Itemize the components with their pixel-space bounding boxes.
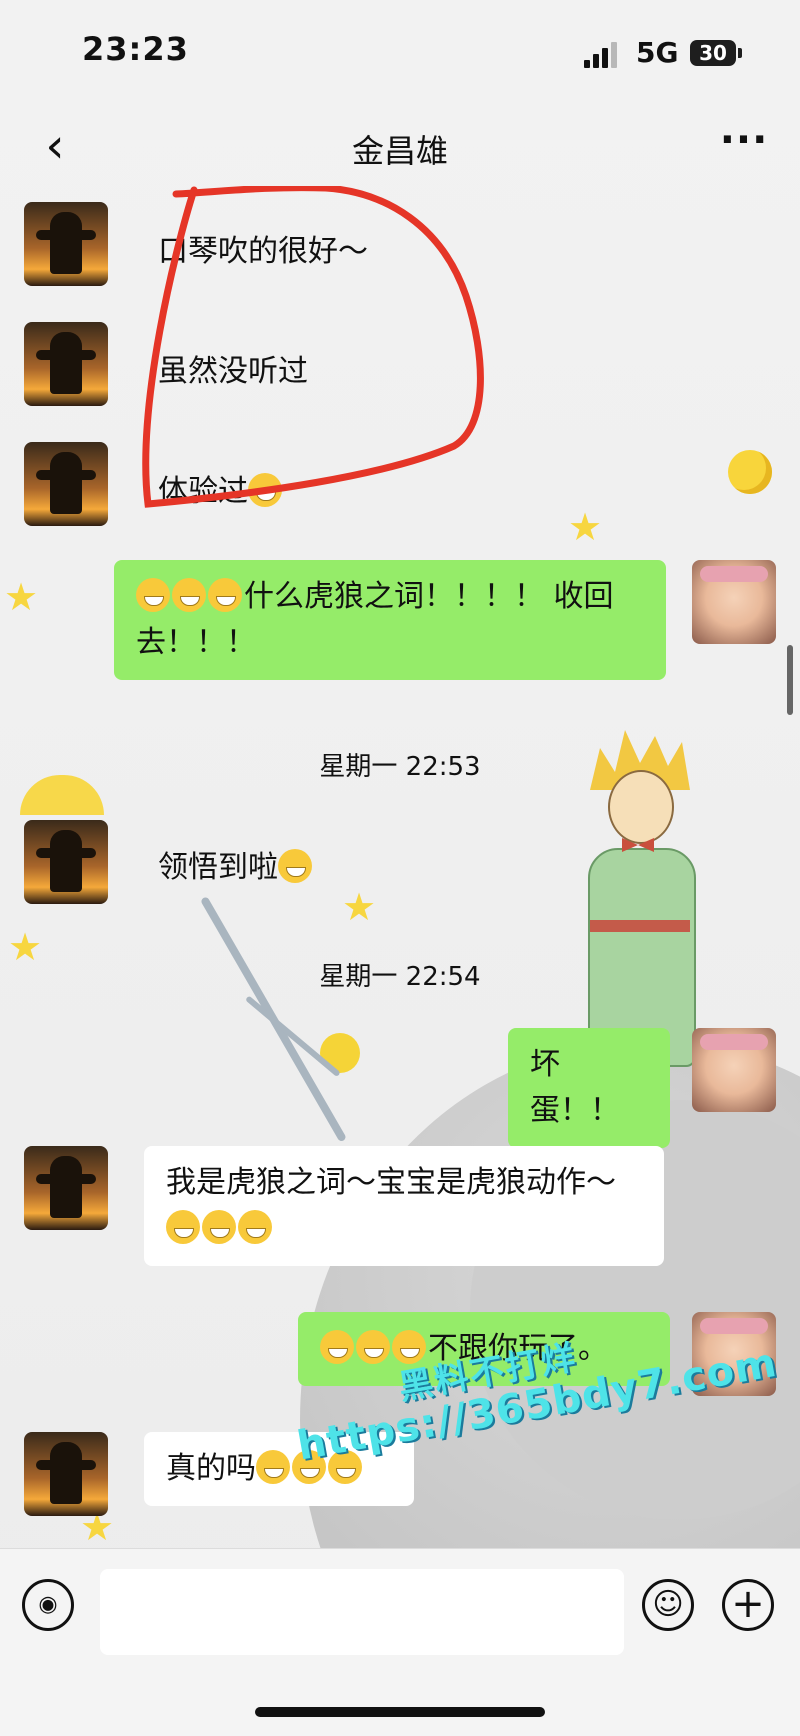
smirk-emoji-icon (356, 1330, 390, 1364)
grin-emoji-icon (166, 1210, 200, 1244)
chat-header: ‹ 金昌雄 ··· (0, 110, 800, 186)
planet-illustration (728, 450, 772, 494)
home-indicator[interactable] (255, 1707, 545, 1717)
status-bar: 23:23 5G 30 (0, 0, 800, 110)
message-text: 坏蛋！！ (530, 1047, 620, 1128)
crying-emoji-icon (256, 1450, 290, 1484)
more-dots-icon[interactable]: ··· (714, 116, 774, 176)
status-time: 23:23 (82, 30, 189, 68)
avatar[interactable] (24, 1432, 108, 1516)
message-timestamp: 星期一 22:54 (319, 962, 481, 992)
message-text: 我是虎狼之词～宝宝是虎狼动作～ (166, 1165, 616, 1200)
message-input[interactable] (100, 1569, 624, 1655)
avatar[interactable] (692, 1028, 776, 1112)
message-bubble[interactable]: 我是虎狼之词～宝宝是虎狼动作～ (144, 1146, 664, 1266)
message-bubble[interactable]: 坏蛋！！ (508, 1028, 670, 1148)
message-bubble[interactable]: 什么虎狼之词！！！！ 收回去！！！ (114, 560, 666, 680)
avatar[interactable] (24, 1146, 108, 1230)
battery-icon: 30 (690, 40, 736, 66)
star-icon: ★ (568, 505, 603, 549)
signal-icon (584, 42, 624, 68)
tears-of-joy-icon (136, 578, 170, 612)
network-type: 5G (636, 36, 679, 69)
tears-of-joy-icon (172, 578, 206, 612)
avatar[interactable] (24, 442, 108, 526)
plus-icon[interactable]: + (722, 1579, 774, 1631)
message-text: 领悟到啦 (158, 850, 278, 885)
red-circle-annotation (142, 186, 484, 508)
voice-icon[interactable]: ◉ (22, 1579, 74, 1631)
emoji-icon[interactable]: ☺ (642, 1579, 694, 1631)
avatar[interactable] (24, 820, 108, 904)
input-bar: ◉ ☺ + (0, 1548, 800, 1736)
tears-of-joy-icon (208, 578, 242, 612)
scrollbar[interactable] (787, 645, 793, 715)
grin-emoji-icon (238, 1210, 272, 1244)
star-icon: ★ (4, 575, 39, 619)
grin-emoji-icon (202, 1210, 236, 1244)
message-timestamp: 星期一 22:53 (319, 752, 481, 782)
message-bubble[interactable]: 领悟到啦 (158, 842, 314, 886)
avatar[interactable] (692, 560, 776, 644)
message-text: 真的吗 (166, 1451, 256, 1486)
avatar[interactable] (24, 322, 108, 406)
star-icon: ★ (342, 885, 377, 929)
smirk-emoji-icon (320, 1330, 354, 1364)
chat-title: 金昌雄 (351, 132, 448, 170)
thinking-emoji-icon (278, 849, 312, 883)
avatar[interactable] (24, 202, 108, 286)
